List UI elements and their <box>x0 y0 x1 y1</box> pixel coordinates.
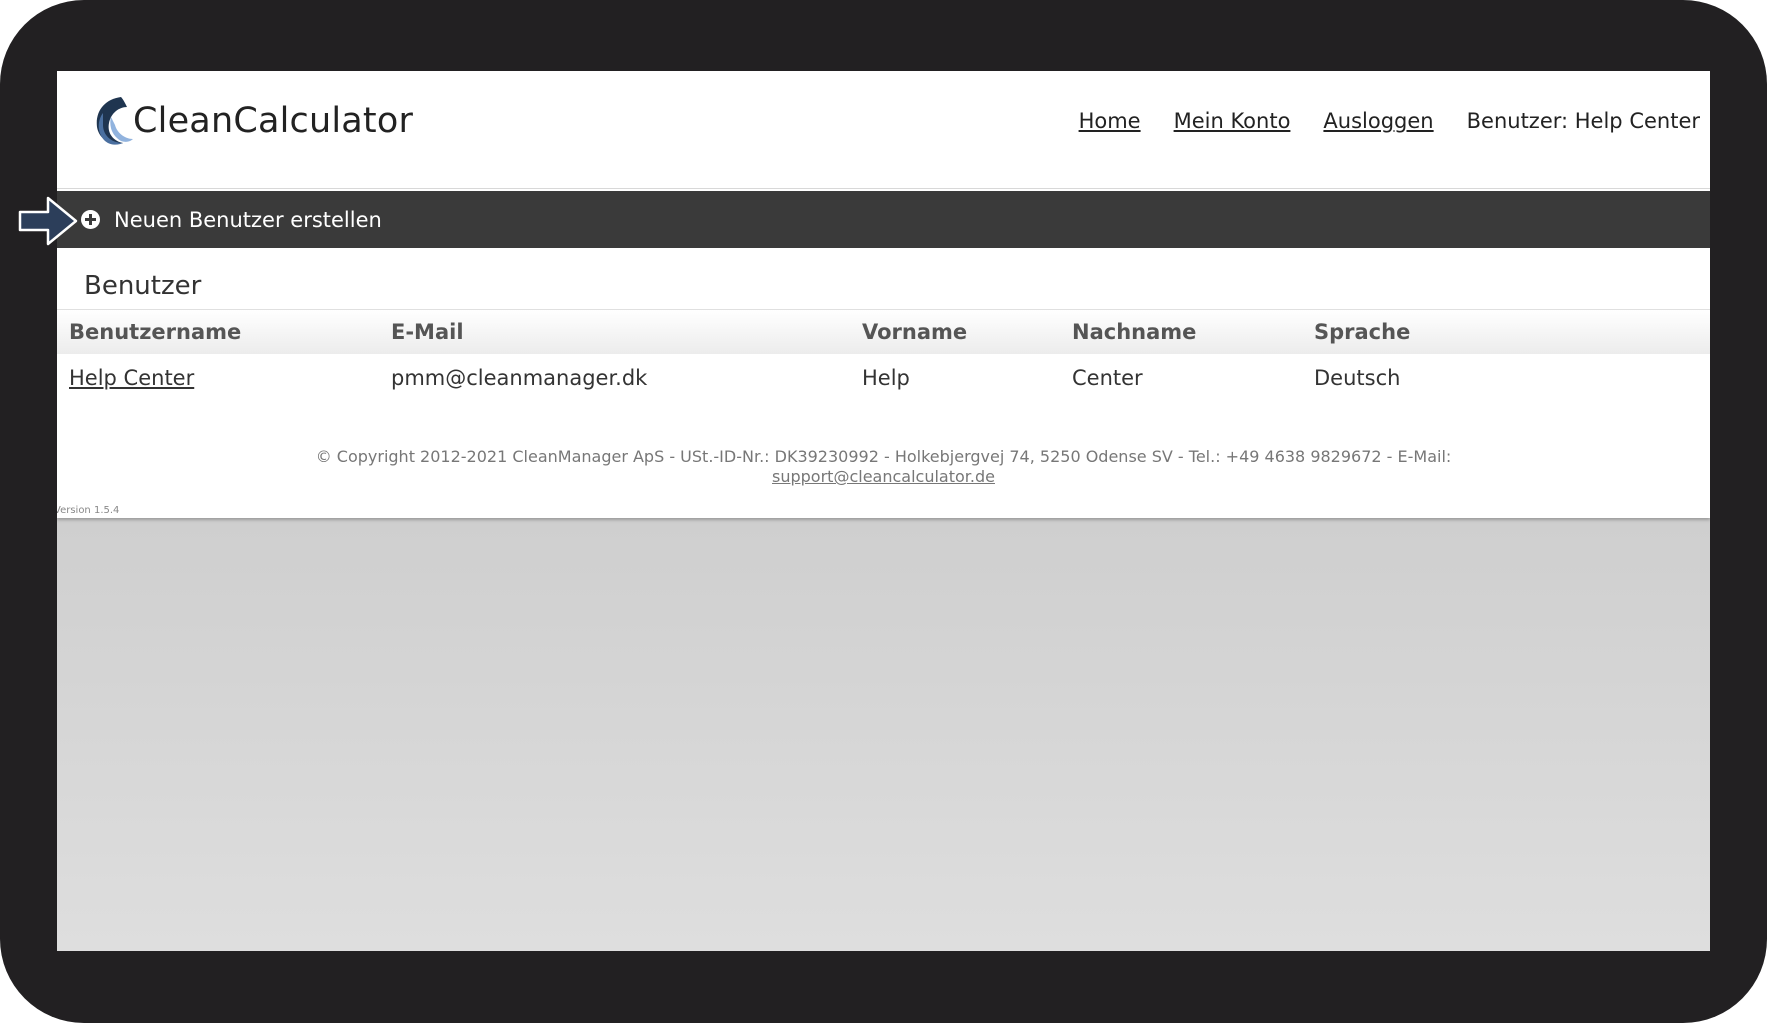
nav-logout-link[interactable]: Ausloggen <box>1323 109 1433 133</box>
user-username-link[interactable]: Help Center <box>69 366 194 390</box>
footer-support-email-link[interactable]: support@cleancalculator.de <box>772 467 995 486</box>
user-firstname: Help <box>862 366 910 390</box>
col-header-email: E-Mail <box>391 320 464 344</box>
table-header: Benutzername E-Mail Vorname Nachname Spr… <box>57 309 1710 354</box>
col-header-lastname: Nachname <box>1072 320 1197 344</box>
user-language: Deutsch <box>1314 366 1401 390</box>
table-row: Help Center pmm@cleanmanager.dk Help Cen… <box>57 354 1710 404</box>
top-nav: Home Mein Konto Ausloggen Benutzer: Help… <box>1079 109 1700 133</box>
nav-home-link[interactable]: Home <box>1079 109 1141 133</box>
current-user-label: Benutzer: Help Center <box>1466 109 1700 133</box>
create-user-button[interactable]: Neuen Benutzer erstellen <box>81 208 382 232</box>
app-name: CleanCalculator <box>133 101 414 141</box>
nav-account-link[interactable]: Mein Konto <box>1174 109 1291 133</box>
device-frame: CleanCalculator Home Mein Konto Auslogge… <box>0 0 1767 1023</box>
version-label: Version 1.5.4 <box>57 505 120 516</box>
browser-viewport: CleanCalculator Home Mein Konto Auslogge… <box>57 71 1710 951</box>
user-email: pmm@cleanmanager.dk <box>391 366 648 390</box>
brand[interactable]: CleanCalculator <box>91 93 413 149</box>
header: CleanCalculator Home Mein Konto Auslogge… <box>57 71 1710 189</box>
create-user-label: Neuen Benutzer erstellen <box>114 207 382 232</box>
footer: © Copyright 2012-2021 CleanManager ApS -… <box>57 447 1710 487</box>
col-header-language: Sprache <box>1314 320 1411 344</box>
action-bar: Neuen Benutzer erstellen <box>57 191 1710 248</box>
col-header-username: Benutzername <box>69 320 242 344</box>
footer-copyright: © Copyright 2012-2021 CleanManager ApS -… <box>315 447 1452 466</box>
page-content: CleanCalculator Home Mein Konto Auslogge… <box>57 71 1710 518</box>
plus-circle-icon <box>81 210 100 229</box>
section-title: Benutzer <box>84 271 202 301</box>
wave-logo-icon <box>96 97 133 145</box>
arrow-right-icon <box>18 196 78 246</box>
user-lastname: Center <box>1072 366 1143 390</box>
col-header-firstname: Vorname <box>862 320 968 344</box>
